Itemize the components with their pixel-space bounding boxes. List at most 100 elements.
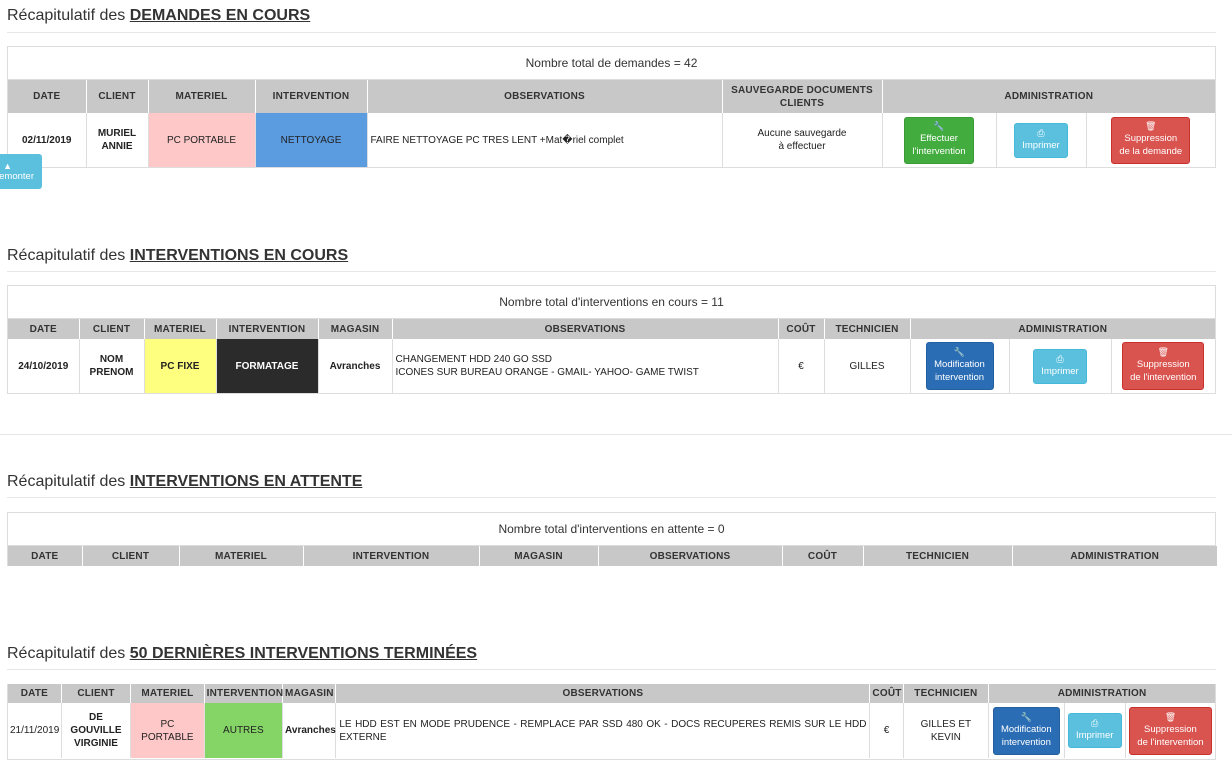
cell-magasin: Avranches <box>318 339 393 393</box>
col-materiel: MATERIEL <box>179 546 304 566</box>
title-prefix: Récapitulatif des <box>7 645 126 662</box>
cell-client: MURIEL ANNIE <box>86 113 149 167</box>
col-magasin: MAGASIN <box>282 684 337 703</box>
col-administration: ADMINISTRATION <box>882 80 1216 113</box>
section-title-demandes: Récapitulatif des DEMANDES EN COURS <box>7 7 310 25</box>
cell-admin-print: ⎙ Imprimer <box>1064 703 1126 758</box>
print-icon: ⎙ <box>1037 127 1045 138</box>
cell-materiel: PC PORTABLE <box>148 113 256 167</box>
modification-intervention-button[interactable]: 🔧 Modification intervention <box>925 342 994 390</box>
wrench-icon: 🔧 <box>953 347 966 357</box>
col-client: CLIENT <box>86 80 149 113</box>
col-date: DATE <box>8 319 80 339</box>
remonter-button[interactable]: ▲ Remonter <box>0 154 42 189</box>
title-main: DEMANDES EN COURS <box>129 7 311 24</box>
materiel-line: PC <box>160 718 175 730</box>
cell-cout: € <box>869 703 904 758</box>
col-cout: COÛT <box>778 319 825 339</box>
title-main: INTERVENTIONS EN COURS <box>129 247 349 264</box>
col-intervention: INTERVENTION <box>303 546 480 566</box>
col-date: DATE <box>8 684 62 703</box>
obs-line: CHANGEMENT HDD 240 GO SSD <box>395 354 553 365</box>
col-technicien: TECHNICIEN <box>903 684 990 703</box>
sauvegarde-line: Aucune sauvegarde <box>757 128 847 139</box>
up-icon: ▲ <box>3 161 12 171</box>
print-icon: ⎙ <box>1056 353 1064 364</box>
client-line: GOUVILLE <box>70 725 122 736</box>
col-materiel: MATERIEL <box>144 319 217 339</box>
col-sauvegarde: SAUVEGARDE DOCUMENTS CLIENTS <box>722 80 883 113</box>
title-prefix: Récapitulatif des <box>7 473 126 490</box>
attente-total: Nombre total d'interventions en attente … <box>8 513 1215 546</box>
cell-cout: € <box>778 339 825 393</box>
client-line: NOM <box>99 354 124 365</box>
table-row: 02/11/2019 MURIEL ANNIE PC PORTABLE NETT… <box>8 113 1215 167</box>
cell-materiel: PC PORTABLE <box>130 703 205 758</box>
col-technicien: TECHNICIEN <box>824 319 911 339</box>
col-magasin: MAGASIN <box>318 319 393 339</box>
cell-observations: LE HDD EST EN MODE PRUDENCE - REMPLACE P… <box>335 703 871 758</box>
cell-admin-print: ⎙ Imprimer <box>1009 339 1112 393</box>
encours-total: Nombre total d'interventions en cours = … <box>8 286 1215 319</box>
col-intervention: INTERVENTION <box>204 684 283 703</box>
col-materiel: MATERIEL <box>148 80 256 113</box>
cell-client: NOM PRENOM <box>79 339 145 393</box>
divider <box>7 271 1216 272</box>
client-line: VIRGINIE <box>74 738 118 749</box>
col-date: DATE <box>8 546 83 566</box>
cell-admin-delete: 🗑 Suppression de la demande <box>1086 113 1215 167</box>
col-intervention: INTERVENTION <box>255 80 368 113</box>
cell-date: 24/10/2019 <box>8 339 80 393</box>
effectuer-intervention-button[interactable]: 🔧 Effectuer l'intervention <box>904 116 974 164</box>
wrench-icon: 🔧 <box>933 121 945 131</box>
demandes-total: Nombre total de demandes = 42 <box>8 47 1215 80</box>
col-cout: COÛT <box>782 546 864 566</box>
attente-table: DATE CLIENT MATERIEL INTERVENTION MAGASI… <box>8 546 1217 566</box>
col-client: CLIENT <box>79 319 145 339</box>
imprimer-button[interactable]: ⎙ Imprimer <box>1033 348 1087 384</box>
title-prefix: Récapitulatif des <box>7 7 126 24</box>
attente-panel: Nombre total d'interventions en attente … <box>7 512 1217 566</box>
col-technicien: TECHNICIEN <box>863 546 1013 566</box>
client-line: DE <box>89 712 103 723</box>
col-client: CLIENT <box>61 684 132 703</box>
terminees-table: DATE CLIENT MATERIEL INTERVENTION MAGASI… <box>8 684 1215 758</box>
demandes-panel: Nombre total de demandes = 42 DATE CLIEN… <box>7 46 1216 168</box>
col-date: DATE <box>8 80 87 113</box>
cell-admin-print: ⎙ Imprimer <box>996 113 1087 167</box>
suppression-demande-button[interactable]: 🗑 Suppression de la demande <box>1111 116 1191 164</box>
suppression-intervention-button[interactable]: 🗑 Suppression de l'intervention <box>1128 706 1212 755</box>
cell-observations: FAIRE NETTOYAGE PC TRES LENT +Mat�riel c… <box>367 113 723 167</box>
trash-icon: 🗑 <box>1157 347 1169 357</box>
section-title-encours: Récapitulatif des INTERVENTIONS EN COURS <box>7 247 348 265</box>
cell-admin-delete: 🗑 Suppression de l'intervention <box>1125 703 1215 758</box>
materiel-line: PORTABLE <box>141 731 194 743</box>
divider <box>7 32 1216 33</box>
trash-icon: 🗑 <box>1145 121 1157 131</box>
encours-panel: Nombre total d'interventions en cours = … <box>7 285 1216 394</box>
cell-intervention: FORMATAGE <box>216 339 319 393</box>
divider <box>0 434 1232 435</box>
client-line: PRENOM <box>89 367 134 378</box>
col-administration: ADMINISTRATION <box>988 684 1215 703</box>
section-title-attente: Récapitulatif des INTERVENTIONS EN ATTEN… <box>7 473 362 491</box>
cell-admin-action: 🔧 Modification intervention <box>910 339 1010 393</box>
cell-technicien: GILLES ET KEVIN <box>903 703 990 758</box>
table-row: 24/10/2019 NOM PRENOM PC FIXE FORMATAGE … <box>8 339 1215 393</box>
cell-date: 21/11/2019 <box>8 703 62 758</box>
title-prefix: Récapitulatif des <box>7 247 126 264</box>
imprimer-button[interactable]: ⎙ Imprimer <box>1067 713 1122 748</box>
col-intervention: INTERVENTION <box>216 319 319 339</box>
tech-line: KEVIN <box>930 731 961 743</box>
encours-table: DATE CLIENT MATERIEL INTERVENTION MAGASI… <box>8 319 1216 393</box>
imprimer-button[interactable]: ⎙ Imprimer <box>1014 122 1068 158</box>
cell-magasin: Avranches <box>282 703 337 758</box>
cell-technicien: GILLES <box>824 339 911 393</box>
modification-intervention-button[interactable]: 🔧 Modification intervention <box>992 706 1060 755</box>
suppression-intervention-button[interactable]: 🗑 Suppression de l'intervention <box>1122 342 1205 390</box>
cell-admin-action: 🔧 Effectuer l'intervention <box>882 113 997 167</box>
col-cout: COÛT <box>869 684 904 703</box>
section-title-terminees: Récapitulatif des 50 DERNIÈRES INTERVENT… <box>7 645 477 663</box>
print-icon: ⎙ <box>1091 718 1099 728</box>
sauvegarde-line: à effectuer <box>778 141 826 152</box>
